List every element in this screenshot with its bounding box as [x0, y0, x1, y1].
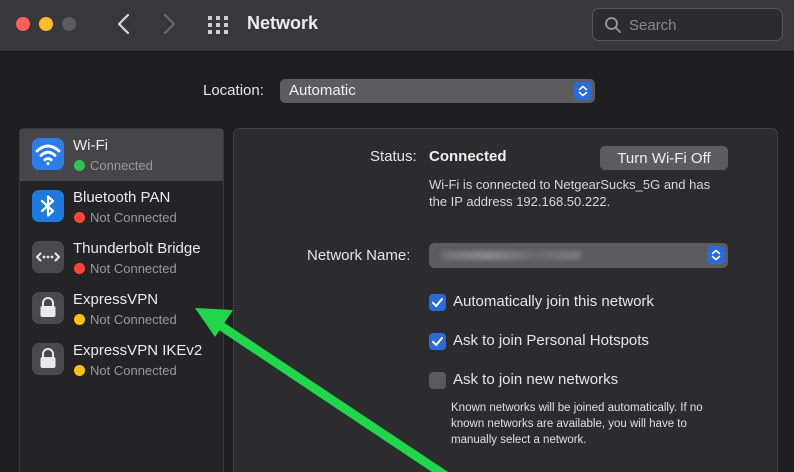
- search-icon: [605, 17, 621, 33]
- show-all-button[interactable]: [207, 15, 229, 35]
- ask-new-networks-checkbox[interactable]: [429, 372, 446, 389]
- checkmark-icon: [432, 337, 443, 346]
- service-status: Connected: [90, 158, 153, 173]
- lock-icon: [32, 343, 64, 375]
- chevron-up-down-icon: [711, 249, 721, 261]
- network-name-label: Network Name:: [307, 247, 411, 264]
- service-name: ExpressVPN: [73, 291, 159, 308]
- redacted-network-name: [441, 251, 581, 260]
- service-name: Thunderbolt Bridge: [73, 240, 201, 257]
- back-button[interactable]: [113, 11, 135, 37]
- location-value: Automatic: [289, 82, 356, 99]
- status-label: Status:: [370, 148, 417, 165]
- network-name-select[interactable]: [429, 243, 728, 268]
- network-name-stepper: [707, 246, 725, 264]
- forward-button[interactable]: [158, 11, 180, 37]
- auto-join-label: Automatically join this network: [453, 293, 654, 310]
- title-bar: Network: [0, 0, 794, 52]
- service-status: Not Connected: [90, 312, 177, 327]
- ask-hotspots-checkbox[interactable]: [429, 333, 446, 350]
- status-dot: [74, 212, 85, 223]
- grid-icon: [208, 16, 228, 34]
- service-item-wifi[interactable]: Wi-Fi Connected: [20, 129, 223, 181]
- turn-wifi-off-button[interactable]: Turn Wi-Fi Off: [600, 146, 728, 170]
- chevron-up-down-icon: [578, 85, 588, 97]
- thunderbolt-bridge-icon: [32, 241, 64, 273]
- auto-join-checkbox[interactable]: [429, 294, 446, 311]
- status-dot: [74, 160, 85, 171]
- location-stepper: [574, 82, 592, 100]
- window-title: Network: [247, 13, 319, 33]
- service-status: Not Connected: [90, 363, 177, 378]
- wifi-icon: [32, 138, 64, 170]
- status-value: Connected: [429, 148, 507, 165]
- service-item-expressvpn-ikev2[interactable]: ExpressVPN IKEv2 Not Connected: [20, 334, 223, 386]
- status-description: Wi-Fi is connected to NetgearSucks_5G an…: [429, 177, 711, 209]
- location-label: Location:: [203, 82, 264, 99]
- service-item-bluetooth-pan[interactable]: Bluetooth PAN Not Connected: [20, 181, 223, 233]
- chevron-left-icon: [117, 13, 130, 35]
- service-status: Not Connected: [90, 261, 177, 276]
- location-select[interactable]: Automatic: [280, 79, 595, 103]
- chevron-right-icon: [163, 13, 176, 35]
- status-dot: [74, 263, 85, 274]
- lock-icon: [32, 292, 64, 324]
- service-list: Wi-Fi Connected Bluetooth PAN Not Connec…: [19, 128, 224, 472]
- service-status: Not Connected: [90, 210, 177, 225]
- known-networks-note: Known networks will be joined automatica…: [451, 402, 703, 446]
- checkmark-icon: [432, 298, 443, 307]
- search-box[interactable]: [592, 8, 783, 41]
- service-name: Bluetooth PAN: [73, 189, 171, 206]
- status-dot: [74, 314, 85, 325]
- service-name: ExpressVPN IKEv2: [73, 342, 203, 359]
- close-window-button[interactable]: [16, 17, 30, 31]
- zoom-window-button[interactable]: [62, 17, 76, 31]
- ask-hotspots-label: Ask to join Personal Hotspots: [453, 332, 649, 349]
- minimize-window-button[interactable]: [39, 17, 53, 31]
- search-input[interactable]: [629, 15, 774, 35]
- ask-new-networks-label: Ask to join new networks: [453, 371, 619, 388]
- service-item-expressvpn[interactable]: ExpressVPN Not Connected: [20, 283, 223, 335]
- bluetooth-icon: [32, 190, 64, 222]
- status-dot: [74, 365, 85, 376]
- service-item-thunderbolt-bridge[interactable]: Thunderbolt Bridge Not Connected: [20, 232, 223, 284]
- service-name: Wi-Fi: [73, 137, 108, 154]
